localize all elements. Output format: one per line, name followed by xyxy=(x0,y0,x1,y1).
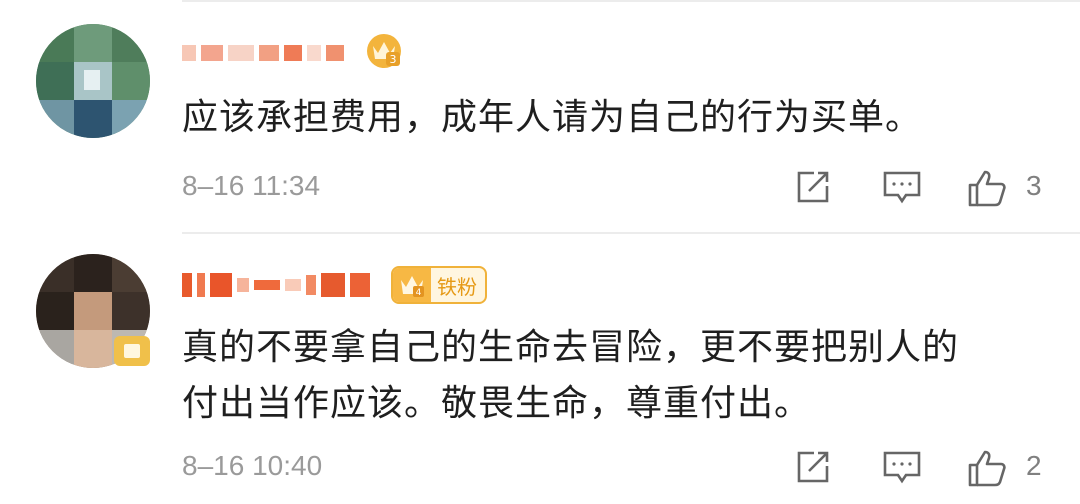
comment-text-line-2: 付出当作应该。敬畏生命，尊重付出。 xyxy=(182,383,812,424)
like-count: 2 xyxy=(1026,450,1042,481)
share-icon[interactable] xyxy=(794,168,832,210)
thumbs-up-icon[interactable] xyxy=(966,168,1008,212)
thumbs-up-icon[interactable] xyxy=(966,448,1008,492)
fan-badge[interactable]: 4 铁粉 xyxy=(391,266,487,304)
comment-text-line-1: 真的不要拿自己的生命去冒险，更不要把别人的 xyxy=(182,327,960,368)
username-row: 3 xyxy=(182,28,403,78)
comment-icon[interactable] xyxy=(882,448,922,490)
username-row: 4 铁粉 xyxy=(182,260,487,310)
avatar-image xyxy=(36,24,150,138)
avatar-badge-icon xyxy=(114,336,150,370)
comment-text: 应该承担费用，成年人请为自己的行为买单。 xyxy=(182,97,923,138)
avatar[interactable] xyxy=(36,24,150,138)
comment-time: 8–16 11:34 xyxy=(182,170,321,201)
comment-actions: 2 xyxy=(790,448,1050,488)
username-blurred[interactable] xyxy=(182,38,349,68)
svg-text:3: 3 xyxy=(390,53,397,66)
comment-actions: 3 xyxy=(790,168,1050,208)
comment-item-2: 4 铁粉 真的不要拿自己的生命去冒险，更不要把别人的 付出当作应该。敬畏生命，尊… xyxy=(0,234,1080,504)
comment-time: 8–16 10:40 xyxy=(182,450,323,481)
username-blurred[interactable] xyxy=(182,270,375,300)
vip-crown-icon[interactable]: 3 xyxy=(365,32,403,74)
svg-text:4: 4 xyxy=(416,288,422,298)
comment-item-1: 3 应该承担费用，成年人请为自己的行为买单。 8–16 11:34 3 xyxy=(0,0,1080,232)
share-icon[interactable] xyxy=(794,448,832,490)
comment-text: 真的不要拿自己的生命去冒险，更不要把别人的 付出当作应该。敬畏生命，尊重付出。 xyxy=(182,320,1042,432)
like-count: 3 xyxy=(1026,170,1042,201)
fan-badge-label: 铁粉 xyxy=(437,274,477,299)
fan-crown-icon: 4 xyxy=(393,268,431,302)
comment-icon[interactable] xyxy=(882,168,922,210)
